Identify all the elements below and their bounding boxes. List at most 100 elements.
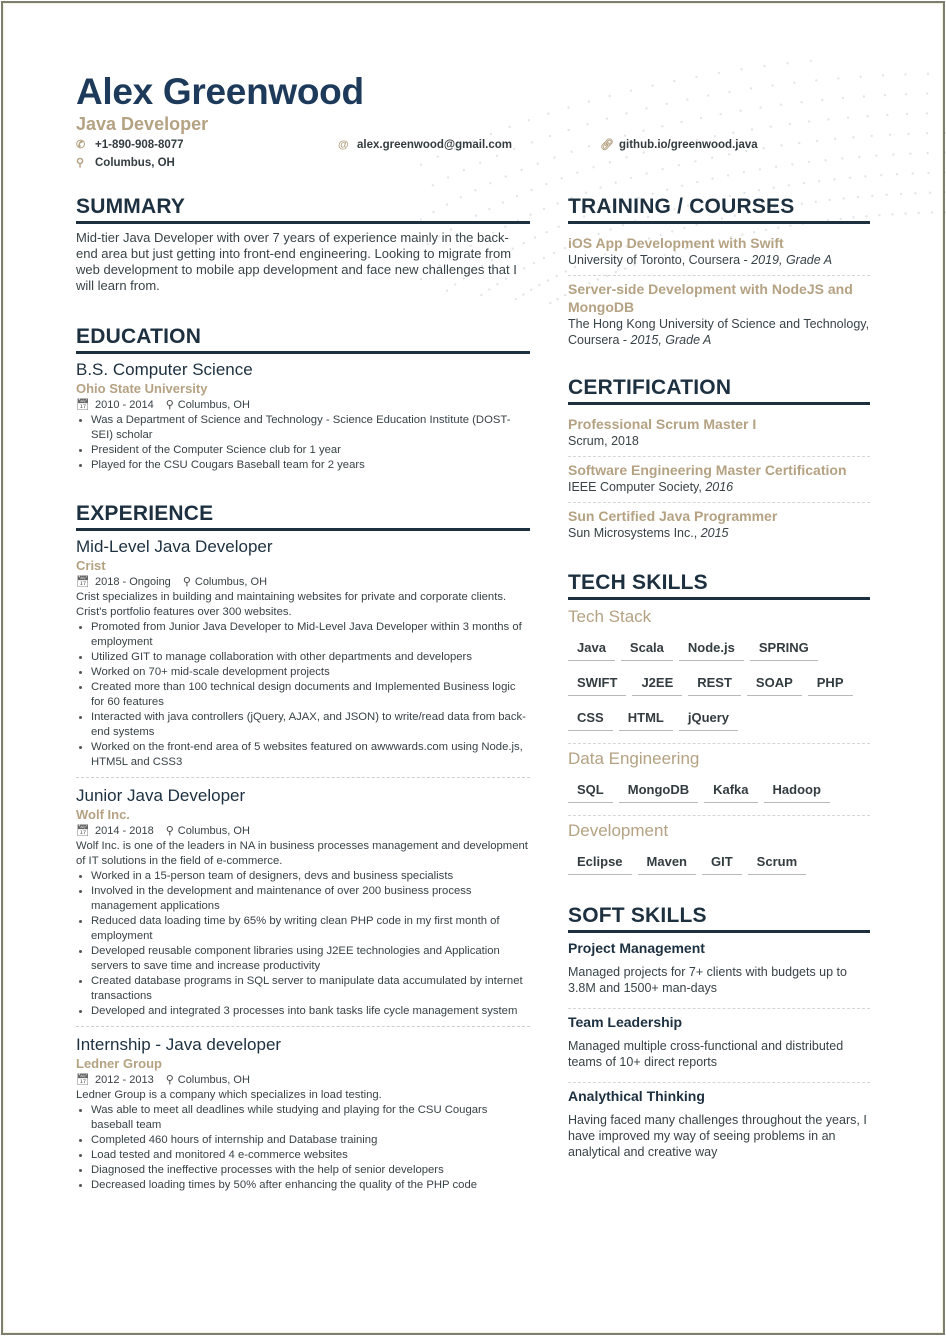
candidate-title: Java Developer [76, 114, 209, 134]
decorative-dot [436, 155, 439, 158]
decorative-dot [542, 207, 546, 211]
decorative-dot [807, 160, 811, 164]
decorative-dot [926, 151, 929, 155]
skill-group: Development Eclipse Maven GIT Scrum [568, 820, 870, 887]
list-item: Created more than 100 technical design d… [79, 680, 530, 710]
skill-tag: PHP [807, 671, 853, 696]
certification-item: Sun Certified Java Programmer Sun Micros… [568, 503, 870, 548]
decorative-dot [625, 112, 628, 115]
decorative-dot [420, 163, 423, 166]
soft-skills-heading: SOFT SKILLS [568, 903, 870, 933]
skill-tag: MongoDB [618, 778, 699, 803]
calendar-icon: 📅︎ [76, 399, 90, 411]
list-item: Played for the CSU Cougars Baseball team… [79, 458, 530, 473]
decorative-dot [560, 177, 563, 180]
decorative-dot [556, 202, 559, 205]
decorative-dot [651, 84, 654, 87]
decorative-dot [728, 153, 731, 156]
certification-issuer: Sun Microsystems Inc., 2015 [568, 525, 870, 541]
contact-phone: ✆ +1-890-908-8077 [76, 137, 184, 153]
decorative-dot [943, 191, 946, 194]
decorative-dot [431, 184, 434, 187]
skill-tag: jQuery [678, 706, 739, 731]
decorative-dot [719, 113, 722, 116]
location-pin-icon: ⚲ [76, 157, 85, 169]
skill-tag: GIT [702, 850, 742, 875]
decorative-dot [545, 230, 548, 234]
job-description: Ledner Group is a company which speciali… [76, 1089, 382, 1101]
decorative-dot [532, 261, 536, 265]
decorative-dot [479, 161, 482, 164]
decorative-dot [834, 137, 837, 141]
experience-heading: EXPERIENCE [76, 501, 530, 531]
decorative-dot [827, 118, 830, 121]
list-item: Load tested and monitored 4 e-commerce w… [79, 1148, 530, 1163]
website-text[interactable]: github.io/greenwood.java [619, 137, 758, 153]
training-section: TRAINING / COURSES iOS App Development w… [568, 194, 870, 355]
provider-text: The Hong Kong University of Science and … [568, 317, 870, 347]
decorative-dot [740, 68, 743, 71]
job-entry: Mid-Level Java Developer Crist 📅︎ 2018 -… [76, 537, 530, 778]
decorative-dot [567, 106, 570, 109]
job-role: Junior Java Developer [76, 786, 246, 805]
decorative-dot [530, 141, 534, 144]
decorative-dot [862, 95, 866, 98]
decorative-dot [807, 120, 811, 123]
decorative-dot [852, 136, 855, 139]
decorative-dot [759, 106, 762, 109]
summary-section: SUMMARY Mid-tier Java Developer with ove… [76, 194, 530, 294]
decorative-dot [864, 175, 867, 178]
at-icon: @ [338, 139, 349, 151]
decorative-dot [625, 156, 628, 159]
certification-year: 2016 [705, 480, 734, 494]
certification-title: Professional Scrum Master I [568, 416, 757, 432]
email-text[interactable]: alex.greenwood@gmail.com [357, 137, 512, 153]
skill-tag: Scala [620, 636, 673, 661]
decorative-dot [914, 192, 917, 195]
job-company: Crist [76, 558, 106, 573]
list-item: Decreased loading times by 50% after enh… [79, 1178, 530, 1193]
job-dates: 2012 - 2013 [94, 1074, 154, 1086]
tech-skills-heading: TECH SKILLS [568, 570, 870, 600]
soft-skill-title: Team Leadership [568, 1014, 683, 1030]
course-item: Server-side Development with NodeJS and … [568, 276, 870, 355]
list-item: Worked in a 15-person team of designers,… [79, 869, 530, 884]
decorative-dot [563, 246, 567, 250]
decorative-dot [530, 288, 533, 291]
decorative-dot [556, 297, 559, 301]
decorative-dot [513, 147, 516, 151]
decorative-dot [728, 90, 731, 94]
decorative-dot [564, 293, 567, 297]
decorative-dot [905, 112, 909, 116]
decorative-dot [696, 180, 699, 184]
contact-email[interactable]: @ alex.greenwood@gmail.com [338, 137, 512, 153]
decorative-dot [520, 168, 523, 172]
decorative-dot [888, 133, 892, 136]
decorative-dot [547, 112, 550, 115]
decorative-dot [793, 81, 796, 84]
decorative-dot [629, 176, 633, 180]
calendar-icon: 📅︎ [76, 576, 90, 588]
job-meta: 📅︎ 2018 - Ongoing ⚲ Columbus, OH [76, 574, 530, 590]
decorative-dot [495, 154, 499, 157]
degree: B.S. Computer Science [76, 360, 253, 379]
location-pin-icon: ⚲ [165, 825, 174, 837]
decorative-dot [762, 147, 765, 150]
decorative-dot [587, 100, 591, 103]
decorative-dot [553, 156, 556, 159]
contact-website[interactable]: 🔗︎ github.io/greenwood.java [600, 137, 758, 153]
decorative-dot [599, 186, 602, 189]
decorative-dot [925, 132, 929, 135]
candidate-name: Alex Greenwood [76, 71, 364, 112]
soft-skill-item: Team Leadership Managed multiple cross-f… [568, 1013, 870, 1083]
provider-text: University of Toronto, Coursera - [568, 253, 752, 267]
soft-skill-item: Analythical Thinking Having faced many c… [568, 1087, 870, 1172]
list-item: Promoted from Junior Java Developer to M… [79, 620, 530, 650]
decorative-dot [788, 122, 792, 126]
decorative-dot [779, 103, 783, 106]
skill-group-title: Tech Stack [568, 607, 652, 626]
decorative-dot [886, 113, 889, 117]
tech-skill-groups: Tech Stack Java Scala Node.js SPRING SWIFT J2E… [568, 606, 870, 887]
decorative-dot [841, 96, 845, 100]
decorative-dot [891, 213, 894, 216]
